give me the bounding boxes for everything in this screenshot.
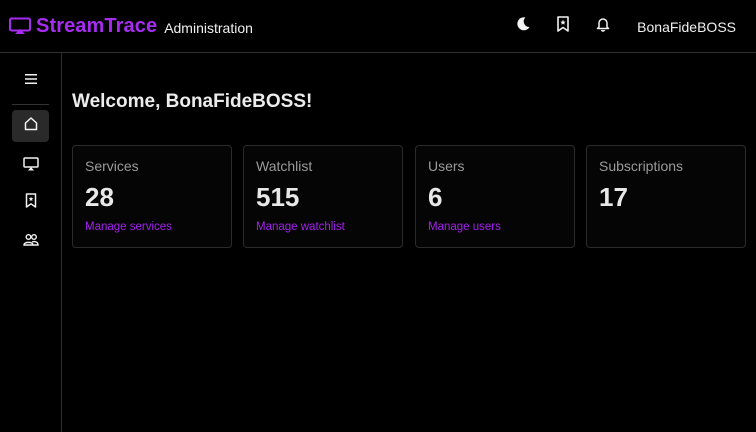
page-title: Welcome, BonaFideBOSS!	[72, 91, 313, 112]
brand[interactable]: StreamTrace Administration	[0, 15, 253, 38]
tv-logo-icon	[9, 17, 31, 35]
brand-subtitle: Administration	[164, 20, 253, 36]
brand-name: StreamTrace	[36, 14, 158, 37]
bookmark-icon	[25, 193, 37, 213]
bell-icon	[596, 16, 610, 37]
card-title: Users	[428, 158, 465, 174]
manage-users-link[interactable]: Manage users	[428, 221, 501, 233]
moon-icon	[515, 16, 531, 37]
card-title: Watchlist	[256, 158, 313, 174]
card-count: 515	[256, 182, 300, 212]
user-menu[interactable]: BonaFideBOSS	[623, 19, 756, 35]
stat-card-services: Services 28 Manage services	[72, 145, 232, 248]
sidebar-item-users[interactable]	[12, 226, 49, 258]
sidebar-divider	[12, 104, 49, 105]
users-icon	[22, 233, 39, 251]
theme-toggle-button[interactable]	[503, 0, 543, 53]
top-navbar: StreamTrace Administration BonaFideBOSS	[0, 0, 756, 53]
manage-services-link[interactable]: Manage services	[85, 221, 172, 233]
card-title: Subscriptions	[599, 158, 684, 174]
card-count: 17	[599, 182, 628, 212]
stat-card-watchlist: Watchlist 515 Manage watchlist	[243, 145, 403, 248]
home-icon	[23, 116, 39, 136]
sidebar-item-watchlist[interactable]	[12, 187, 49, 219]
tv-icon	[22, 156, 39, 176]
stat-card-users: Users 6 Manage users	[415, 145, 575, 248]
menu-icon	[24, 72, 38, 90]
watchlist-button[interactable]	[543, 0, 583, 53]
sidebar-item-home[interactable]	[12, 110, 49, 142]
card-title: Services	[85, 158, 139, 174]
notifications-button[interactable]	[583, 0, 623, 53]
sidebar-item-services[interactable]	[12, 150, 49, 182]
manage-watchlist-link[interactable]: Manage watchlist	[256, 221, 345, 233]
sidebar	[0, 53, 62, 432]
card-count: 6	[428, 182, 443, 212]
bookmark-icon	[556, 16, 570, 37]
stat-card-subscriptions: Subscriptions 17	[586, 145, 746, 248]
sidebar-menu-toggle[interactable]	[12, 65, 49, 97]
card-count: 28	[85, 182, 114, 212]
